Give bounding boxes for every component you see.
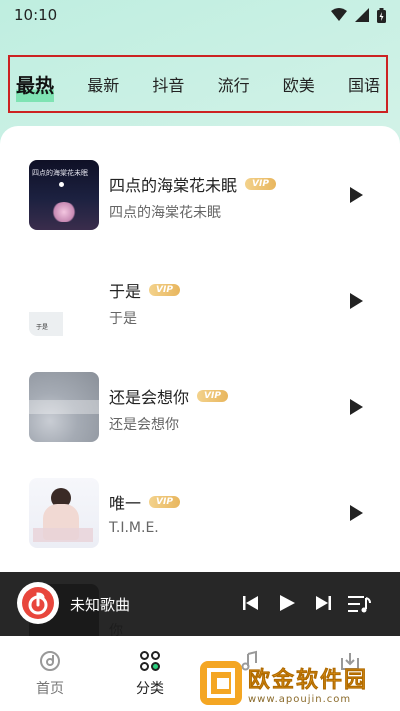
cover-text: 四点的海棠花未眠 (32, 169, 88, 177)
mini-player[interactable]: 未知歌曲 (0, 572, 400, 636)
nav-category[interactable]: 分类 (120, 650, 180, 698)
watermark-url: www.apoujin.com (248, 693, 352, 705)
song-title: 唯一 (109, 494, 142, 513)
previous-track-icon[interactable] (242, 594, 260, 612)
album-cover: 于是 (29, 266, 99, 336)
play-pause-icon[interactable] (278, 594, 296, 612)
nav-category-label: 分类 (136, 681, 164, 697)
status-icons (331, 7, 386, 23)
nav-home-label: 首页 (36, 681, 64, 697)
song-title: 还是会想你 (109, 388, 190, 407)
tab-pop[interactable]: 流行 (218, 68, 250, 100)
album-cover (29, 372, 99, 442)
watermark-logo-icon (200, 661, 242, 705)
next-track-icon[interactable] (314, 594, 332, 612)
category-grid-icon (140, 651, 160, 671)
song-artist: 于是 (109, 311, 137, 327)
song-title: 四点的海棠花未眠 (109, 176, 238, 195)
cover-text: 于是 (36, 324, 49, 331)
signal-icon (355, 8, 369, 22)
album-cover: 四点的海棠花未眠 (29, 160, 99, 230)
tab-mandarin[interactable]: 国语 (348, 68, 380, 100)
now-playing-title: 未知歌曲 (70, 596, 131, 614)
song-item[interactable]: 于是 于是 VIP 于是 (0, 266, 400, 346)
category-tabs: 最热 最新 抖音 流行 欧美 国语 (8, 55, 388, 113)
album-cover (29, 478, 99, 548)
play-icon[interactable] (347, 398, 365, 416)
play-icon[interactable] (347, 504, 365, 522)
tab-douyin[interactable]: 抖音 (152, 68, 184, 100)
watermark-text: 欧金软件园 (248, 667, 369, 693)
tab-hottest[interactable]: 最热 (16, 66, 55, 102)
song-item[interactable]: 四点的海棠花未眠 四点的海棠花未眠 VIP 四点的海棠花未眠 (0, 160, 400, 240)
battery-icon (377, 7, 386, 23)
nav-home[interactable]: 首页 (20, 650, 80, 698)
vip-badge: VIP (245, 178, 276, 190)
play-icon[interactable] (347, 186, 365, 204)
song-item[interactable]: 唯一 VIP T.I.M.E. (0, 478, 400, 558)
status-time: 10:10 (14, 6, 58, 24)
wifi-icon (331, 8, 347, 21)
song-title: 于是 (109, 282, 142, 301)
vip-badge: VIP (197, 390, 228, 402)
tab-newest[interactable]: 最新 (87, 68, 119, 100)
tab-western[interactable]: 欧美 (283, 68, 315, 100)
playlist-icon[interactable] (348, 594, 372, 614)
song-item[interactable]: 还是会想你 VIP 还是会想你 (0, 372, 400, 452)
vip-badge: VIP (149, 496, 180, 508)
song-artist: 还是会想你 (109, 417, 179, 433)
song-list: 四点的海棠花未眠 四点的海棠花未眠 VIP 四点的海棠花未眠 于是 于是 VIP… (0, 126, 400, 636)
song-artist: 四点的海棠花未眠 (109, 205, 221, 221)
netease-logo-icon (22, 587, 54, 619)
vip-badge: VIP (149, 284, 180, 296)
now-playing-disc[interactable] (17, 582, 59, 624)
play-icon[interactable] (347, 292, 365, 310)
song-artist: T.I.M.E. (109, 520, 159, 536)
home-disc-icon (40, 651, 60, 671)
watermark: 欧金软件园 www.apoujin.com (200, 658, 396, 708)
status-bar: 10:10 (0, 0, 400, 30)
